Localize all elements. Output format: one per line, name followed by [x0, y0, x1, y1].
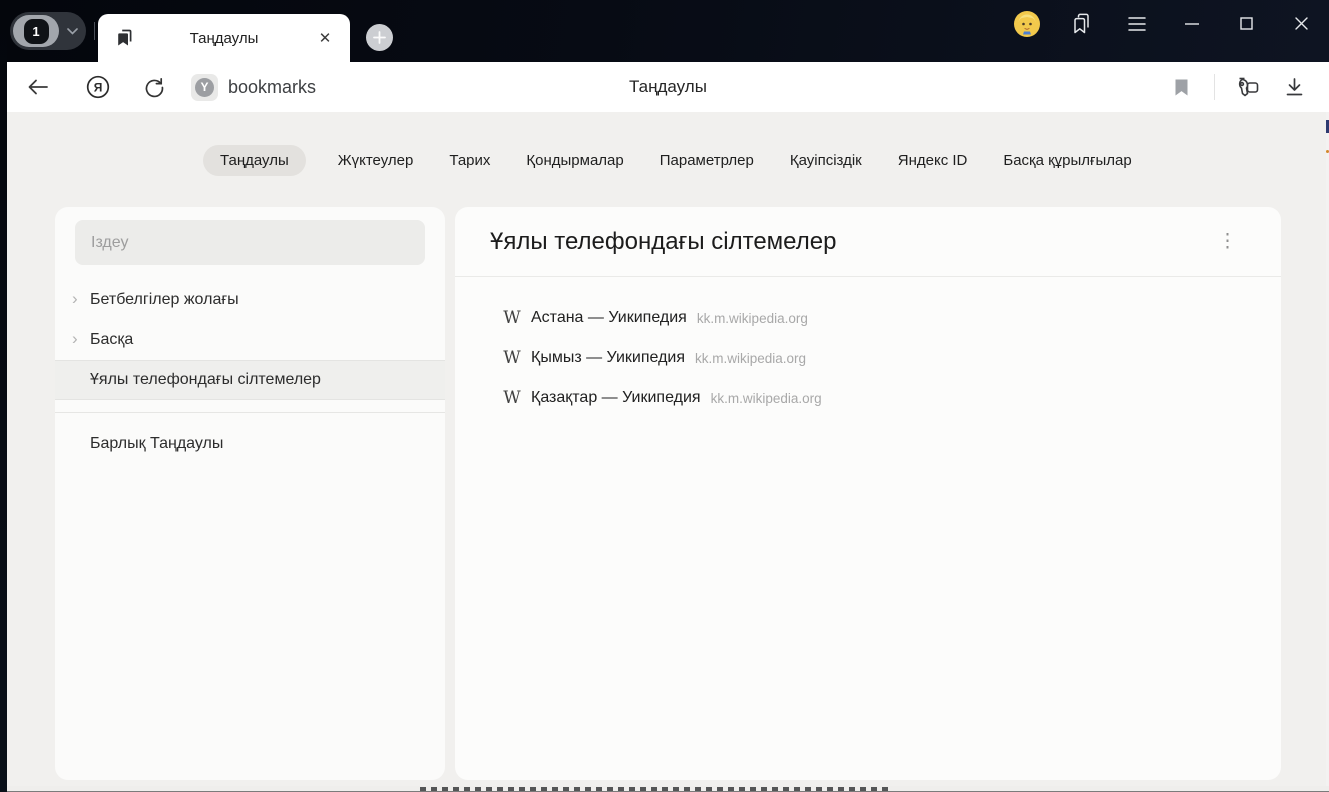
- bookmarks-page: Таңдаулы Жүктеулер Тарих Қондырмалар Пар…: [7, 112, 1329, 786]
- profile-avatar[interactable]: [999, 1, 1054, 47]
- sidebar-item-mobile-links[interactable]: Ұялы телефондағы сілтемелер: [55, 360, 445, 400]
- reload-icon[interactable]: [131, 67, 177, 107]
- sidebar-item-label: Ұялы телефондағы сілтемелер: [90, 371, 321, 389]
- bookmark-title[interactable]: Қазақтар — Уикипедия: [531, 389, 701, 407]
- nav-tab-parametrler[interactable]: Параметрлер: [656, 145, 758, 176]
- nav-tab-zhukteuler[interactable]: Жүктеулер: [334, 145, 418, 176]
- wikipedia-favicon-icon: W: [501, 388, 523, 408]
- yandex-logo-icon[interactable]: Я: [75, 67, 121, 107]
- bookmark-item[interactable]: W Қазақтар — Уикипедия kk.m.wikipedia.or…: [455, 378, 1281, 418]
- menu-icon[interactable]: [1109, 1, 1164, 47]
- bookmark-url: kk.m.wikipedia.org: [711, 391, 822, 406]
- nav-tab-tarikh[interactable]: Тарих: [445, 145, 494, 176]
- new-tab-button[interactable]: [366, 24, 393, 51]
- window-left-edge: [0, 0, 7, 792]
- bookmarks-tab-icon: [116, 29, 134, 47]
- toolbar-separator: [1214, 74, 1215, 100]
- tab-bar: 1 Таңдаулы ✕: [0, 0, 1329, 62]
- active-tab-title: Таңдаулы: [134, 30, 314, 47]
- tab-count-pill: 1: [13, 15, 59, 47]
- sidebar-item-label: Басқа: [90, 331, 133, 349]
- back-icon[interactable]: [15, 67, 61, 107]
- yandex-letter: Я: [94, 80, 103, 94]
- close-window-button[interactable]: [1274, 1, 1329, 47]
- sidebar-item-all-favorites[interactable]: Барлық Таңдаулы: [55, 424, 445, 464]
- tab-counter[interactable]: 1: [10, 12, 86, 50]
- sidebar-item-label: Бетбелгілер жолағы: [90, 291, 239, 309]
- bookmark-item[interactable]: W Астана — Уикипедия kk.m.wikipedia.org: [455, 298, 1281, 338]
- taskbar-edge: [0, 786, 1329, 792]
- minimize-button[interactable]: [1164, 1, 1219, 47]
- tab-separator: [94, 22, 95, 40]
- sidebar-item-other[interactable]: › Басқа: [55, 320, 445, 360]
- address-url[interactable]: bookmarks: [228, 77, 316, 98]
- page-nav-tabs: Таңдаулы Жүктеулер Тарих Қондырмалар Пар…: [203, 145, 1136, 176]
- tab-count: 1: [24, 19, 49, 44]
- bookmarks-main-panel: Ұялы телефондағы сілтемелер ⋮ W Астана —…: [455, 207, 1281, 780]
- search-input[interactable]: [75, 234, 425, 252]
- bookmark-url: kk.m.wikipedia.org: [697, 311, 808, 326]
- active-tab[interactable]: Таңдаулы ✕: [98, 14, 350, 62]
- bookmark-title[interactable]: Қымыз — Уикипедия: [531, 349, 685, 367]
- sidebar-item-label: Барлық Таңдаулы: [90, 435, 223, 453]
- chevron-down-icon[interactable]: [67, 28, 78, 35]
- nav-tab-tandauly[interactable]: Таңдаулы: [203, 145, 306, 176]
- bookmarks-sidebar: › Бетбелгілер жолағы › Басқа Ұялы телефо…: [55, 207, 445, 780]
- password-manager-icon[interactable]: [1225, 67, 1271, 107]
- bookmark-title[interactable]: Астана — Уикипедия: [531, 309, 687, 327]
- bookmark-icon[interactable]: [1158, 67, 1204, 107]
- nav-tab-qondyrmalar[interactable]: Қондырмалар: [522, 145, 627, 176]
- wikipedia-favicon-icon: W: [501, 308, 523, 328]
- close-tab-icon[interactable]: ✕: [314, 27, 336, 49]
- bookmark-item[interactable]: W Қымыз — Уикипедия kk.m.wikipedia.org: [455, 338, 1281, 378]
- chevron-right-icon[interactable]: ›: [72, 290, 78, 307]
- sidebar-divider: [55, 412, 445, 413]
- favicon-letter: Y: [195, 78, 214, 97]
- sidebar-item-bookmarks-bar[interactable]: › Бетбелгілер жолағы: [55, 280, 445, 320]
- nav-tab-yandex-id[interactable]: Яндекс ID: [894, 145, 972, 176]
- chevron-right-icon[interactable]: ›: [72, 330, 78, 347]
- maximize-button[interactable]: [1219, 1, 1274, 47]
- tab-groups-icon[interactable]: [1054, 1, 1109, 47]
- nav-tab-basqa-qurylgylar[interactable]: Басқа құрылғылар: [999, 145, 1135, 176]
- kebab-menu-icon[interactable]: ⋮: [1212, 228, 1243, 255]
- wikipedia-favicon-icon: W: [501, 348, 523, 368]
- download-icon[interactable]: [1271, 67, 1317, 107]
- folder-title: Ұялы телефондағы сілтемелер: [490, 228, 1212, 256]
- bookmark-list: W Астана — Уикипедия kk.m.wikipedia.org …: [455, 277, 1281, 418]
- bookmark-url: kk.m.wikipedia.org: [695, 351, 806, 366]
- nav-tab-qauipsizdik[interactable]: Қауіпсіздік: [786, 145, 866, 176]
- sidebar-search[interactable]: [75, 220, 425, 265]
- browser-toolbar: Я Y bookmarks Таңдаулы: [7, 62, 1329, 112]
- page-favicon: Y: [191, 74, 218, 101]
